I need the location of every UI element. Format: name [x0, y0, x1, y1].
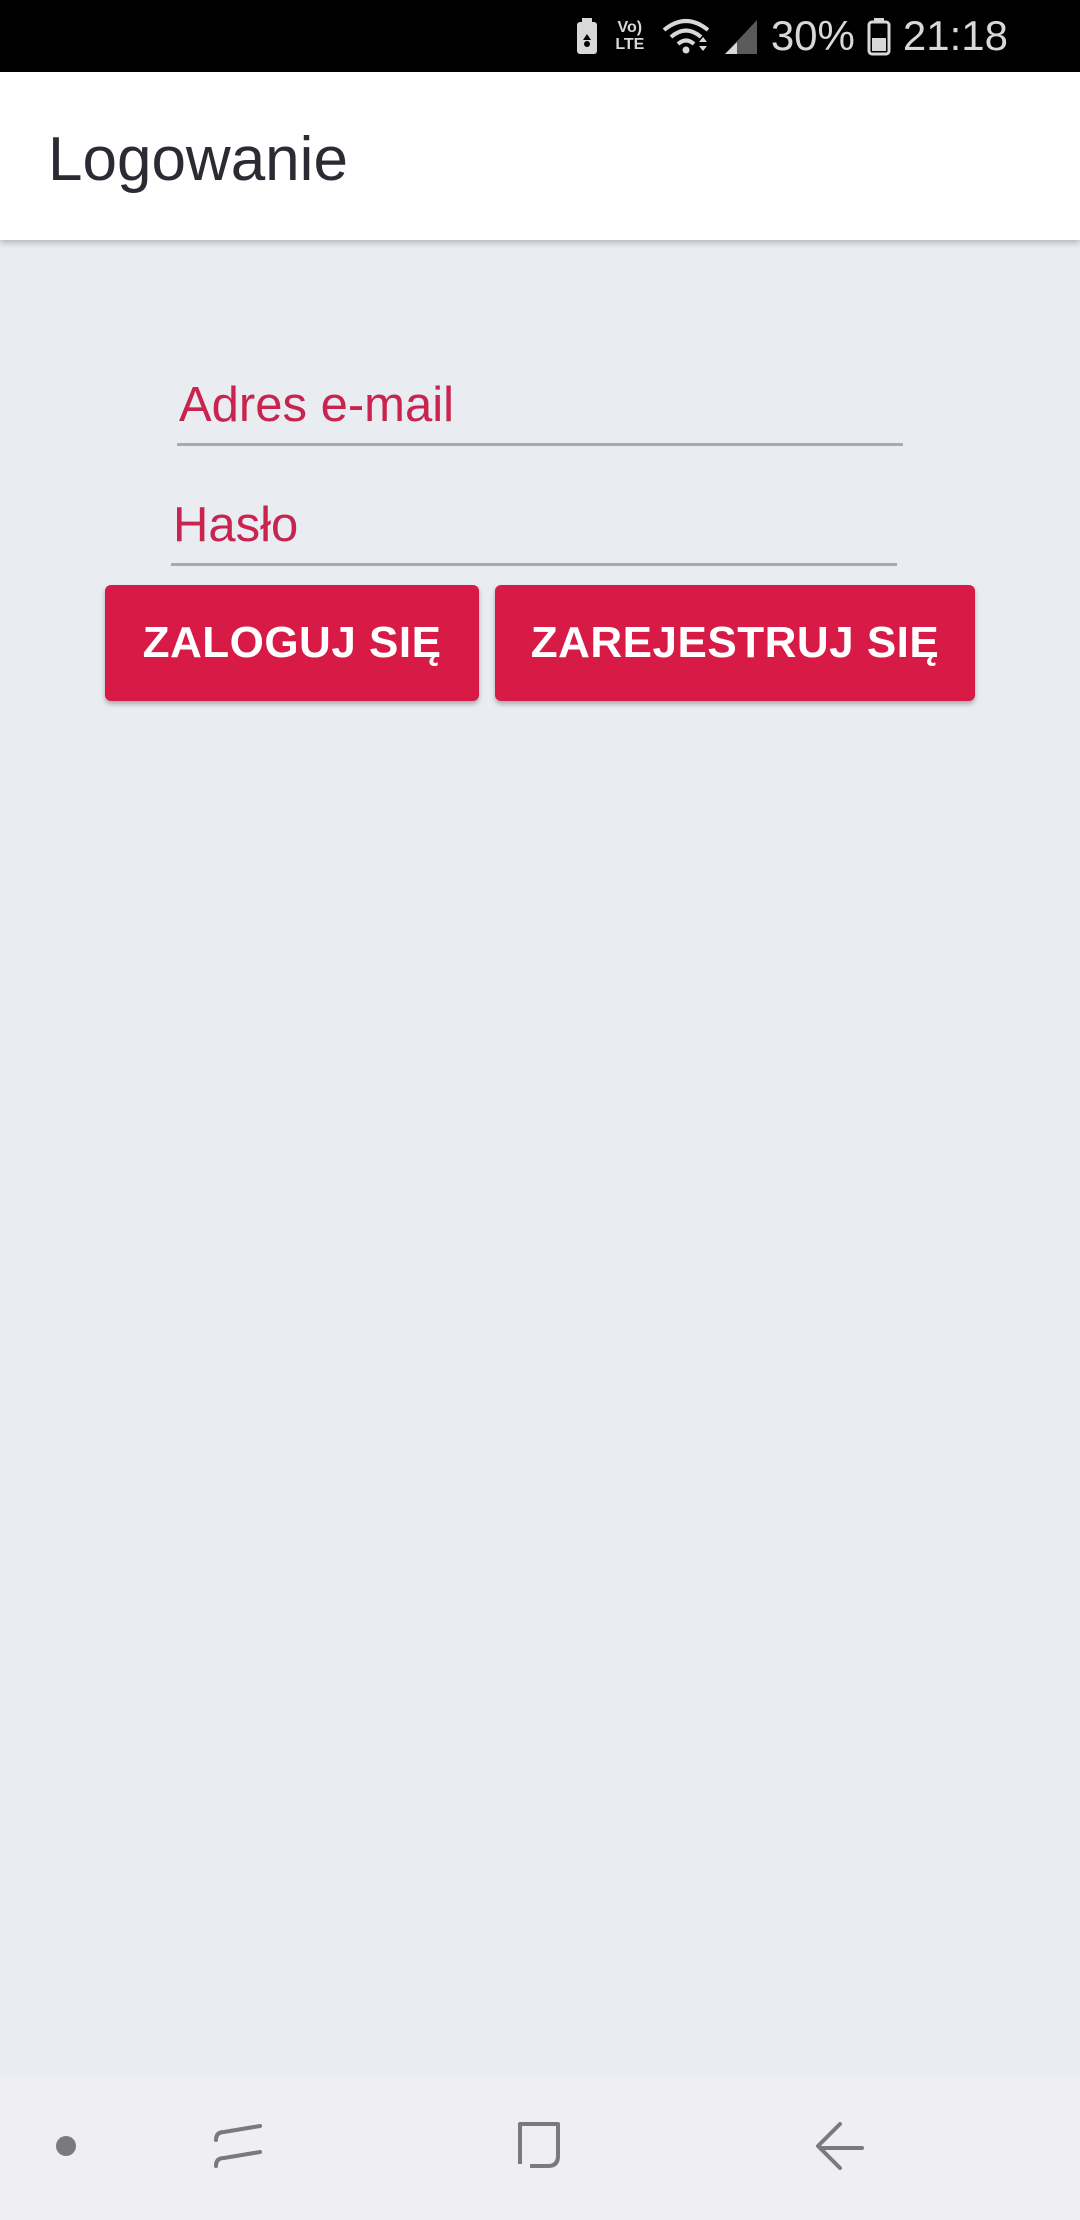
app-bar: Logowanie [0, 72, 1080, 240]
volte-top-text: Vo) [617, 19, 643, 36]
login-button[interactable]: ZALOGUJ SIĘ [105, 585, 479, 701]
register-button[interactable]: ZAREJESTRUJ SIĘ [495, 585, 975, 701]
status-icons: Vo) LTE 30% 21:18 [575, 0, 1008, 72]
back-icon[interactable] [812, 2118, 868, 2174]
navigation-bar [0, 2076, 1080, 2220]
wifi-icon [662, 19, 710, 54]
volte-bottom-text: LTE [615, 36, 645, 53]
recent-apps-icon[interactable] [210, 2118, 266, 2174]
battery-icon [867, 18, 891, 56]
page-title: Logowanie [48, 125, 348, 194]
email-field-label: Adres e-mail [179, 378, 455, 432]
dot-icon[interactable] [54, 2134, 78, 2158]
battery-percent: 30% [770, 12, 855, 59]
cellular-signal-icon [724, 20, 757, 54]
status-bar: Vo) LTE 30% 21:18 [0, 0, 1080, 72]
password-field-label: Hasło [173, 498, 299, 552]
home-icon[interactable] [510, 2116, 566, 2176]
battery-saver-icon [576, 18, 597, 54]
volte-icon: Vo) LTE [611, 19, 649, 53]
clock: 21:18 [902, 12, 1008, 59]
email-field[interactable]: Adres e-mail [177, 370, 903, 446]
password-field[interactable]: Hasło [171, 490, 897, 566]
